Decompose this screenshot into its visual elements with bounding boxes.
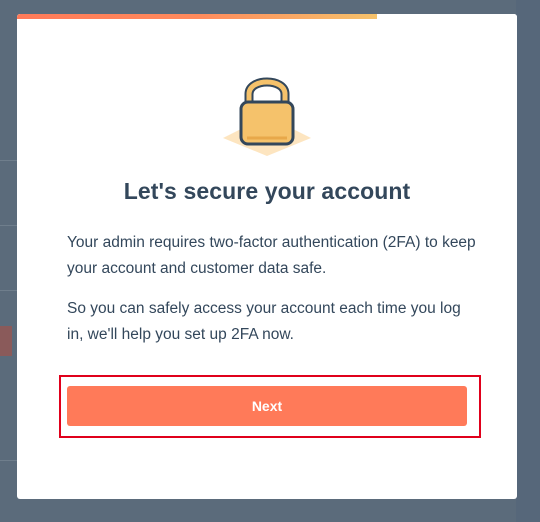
setup-progress-fill [17,14,377,19]
background-element [0,326,12,356]
background-panel [516,0,540,522]
padlock-icon [221,66,313,156]
setup-progress-bar [17,14,517,19]
setup-explanation-text: So you can safely access your account ea… [67,300,461,343]
requirement-text: Your admin requires two-factor authentic… [67,234,476,277]
modal-title: Let's secure your account [123,178,411,204]
secure-account-modal: Let's secure your account Your admin req… [17,14,517,499]
next-button[interactable]: Next [67,386,467,426]
